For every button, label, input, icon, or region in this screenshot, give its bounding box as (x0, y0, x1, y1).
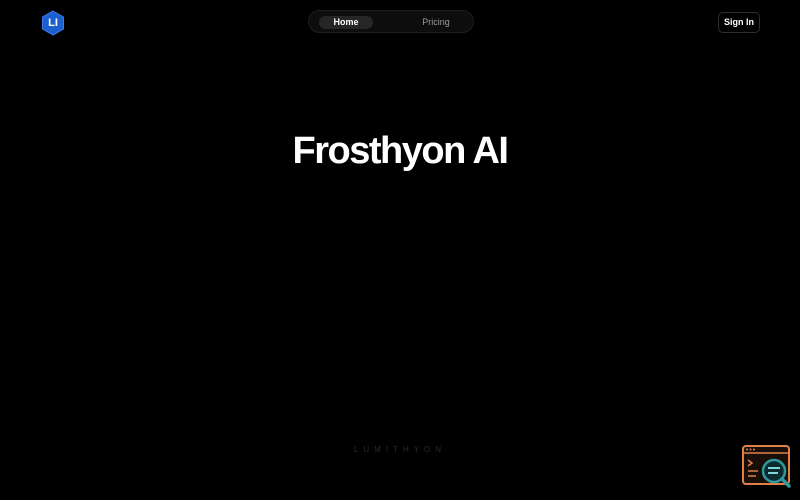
page: LI Home Pricing Sign In Frosthyon AI LUM… (0, 0, 800, 500)
hero-title: Frosthyon AI (292, 130, 509, 172)
terminal-search-widget[interactable] (741, 444, 793, 490)
logo-text: LI (48, 17, 58, 29)
logo[interactable]: LI (41, 10, 65, 36)
nav-item-pricing[interactable]: Pricing (409, 16, 463, 29)
footer-wordmark: LUMITHYON (353, 445, 447, 454)
main-nav: Home Pricing (308, 10, 474, 33)
nav-item-home[interactable]: Home (319, 16, 373, 29)
terminal-search-icon (742, 445, 791, 488)
sign-in-button[interactable]: Sign In (718, 12, 760, 33)
